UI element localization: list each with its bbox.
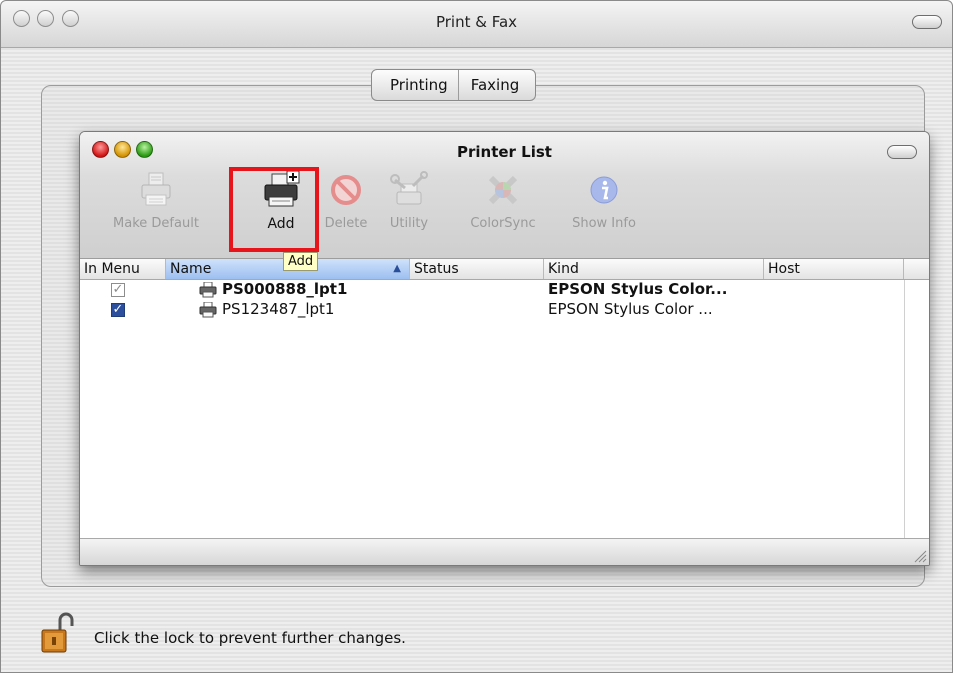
- utility-label: Utility: [389, 216, 429, 231]
- lock-message: Click the lock to prevent further change…: [94, 629, 406, 647]
- table-row[interactable]: ✓ PS123487_lpt1 EPSON Stylus Color ...: [80, 300, 929, 320]
- printer-list-titlebar: Printer List Make Default Add Delete Uti…: [80, 132, 929, 259]
- printer-list-title: Printer List: [457, 143, 552, 161]
- colorsync-label: ColorSync: [470, 216, 536, 231]
- lock-open-icon[interactable]: [40, 612, 76, 654]
- column-header-kind[interactable]: Kind: [543, 259, 763, 279]
- column-header-status[interactable]: Status: [409, 259, 543, 279]
- column-header-name-label: Name: [170, 261, 212, 277]
- show-info-button[interactable]: Show Info: [561, 170, 647, 231]
- info-icon: [590, 176, 618, 204]
- printer-list-bottom-bar: [80, 538, 929, 565]
- utility-icon: [390, 171, 428, 205]
- table-row[interactable]: ✓ PS000888_lpt1 EPSON Stylus Color...: [80, 280, 929, 300]
- make-default-button[interactable]: Make Default: [98, 170, 214, 231]
- delete-icon: [331, 175, 361, 205]
- tab-bar: Printing Faxing: [371, 69, 537, 101]
- tab-faxing[interactable]: Faxing: [457, 70, 536, 100]
- window-titlebar[interactable]: Print & Fax: [1, 1, 952, 48]
- window-title: Print & Fax: [435, 13, 518, 31]
- printer-table-body: ✓ PS000888_lpt1 EPSON Stylus Color... ✓ …: [80, 280, 929, 320]
- in-menu-checkbox[interactable]: ✓: [111, 303, 125, 317]
- printer-list-toolbar-toggle[interactable]: [887, 145, 917, 159]
- printer-name: PS123487_lpt1: [222, 300, 335, 318]
- vertical-scrollbar[interactable]: [904, 280, 929, 539]
- make-default-label: Make Default: [113, 216, 199, 231]
- make-default-printer-icon: [141, 172, 171, 206]
- printer-name: PS000888_lpt1: [222, 280, 348, 298]
- add-button-highlight: [229, 167, 319, 252]
- show-info-label: Show Info: [572, 216, 636, 231]
- printer-table-header: In Menu Name ▲ Status Kind Host: [80, 259, 929, 280]
- column-header-in-menu[interactable]: In Menu: [80, 259, 165, 279]
- add-tooltip: Add: [283, 252, 319, 271]
- tab-printing[interactable]: Printing: [372, 70, 458, 100]
- printer-icon: [199, 302, 217, 318]
- toolbar-toggle-button[interactable]: [912, 15, 942, 29]
- delete-label: Delete: [324, 216, 368, 231]
- sort-ascending-icon: ▲: [393, 263, 401, 274]
- column-header-host[interactable]: Host: [763, 259, 903, 279]
- printer-list-toolbar: Make Default Add Delete Utility ColorSyn…: [80, 168, 929, 254]
- colorsync-icon: [488, 175, 518, 205]
- printer-list-window: Printer List Make Default Add Delete Uti…: [79, 131, 930, 566]
- colorsync-button[interactable]: ColorSync: [458, 170, 548, 231]
- resize-grip-icon[interactable]: [913, 549, 927, 563]
- printer-kind: EPSON Stylus Color...: [548, 280, 728, 298]
- printer-icon: [199, 282, 217, 298]
- column-header-spacer: [903, 259, 929, 279]
- printer-kind: EPSON Stylus Color ...: [548, 300, 713, 318]
- utility-button[interactable]: Utility: [386, 170, 432, 231]
- delete-button[interactable]: Delete: [316, 170, 376, 231]
- in-menu-checkbox[interactable]: ✓: [111, 283, 125, 297]
